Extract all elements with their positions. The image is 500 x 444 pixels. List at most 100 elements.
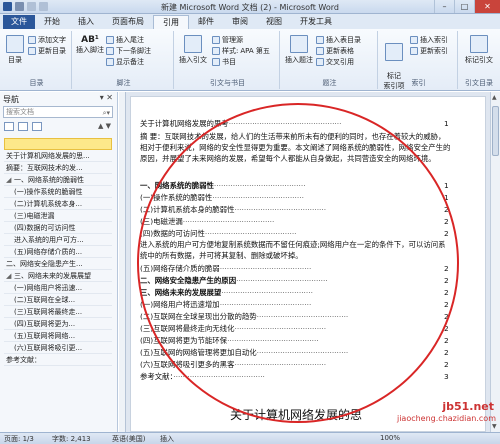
ribbon-tabs: 文件 开始 插入 页面布局 引用 邮件 审阅 视图 开发工具 bbox=[0, 14, 500, 29]
entry-paragraph[interactable]: 进入系统的用户可方便地复制系统数据而不留任何痕迹;网络用户在一定的条件下，可以访… bbox=[140, 239, 452, 261]
nav-outline-item[interactable]: ◢ 一、网络系统的脆弱性 bbox=[4, 174, 112, 186]
expand-triangle-icon[interactable]: ◢ bbox=[6, 270, 14, 281]
vertical-scrollbar[interactable]: ▲ ▼ bbox=[490, 92, 500, 432]
nav-outline-item-label: (五)互联网将网络... bbox=[14, 332, 76, 340]
insert-citation-button[interactable]: 插入引文 bbox=[178, 35, 208, 65]
nav-outline-item[interactable]: (四)数据的可访问性 bbox=[4, 222, 112, 234]
minimize-button[interactable]: – bbox=[434, 0, 454, 13]
toc-icon bbox=[6, 35, 24, 53]
nav-outline-item[interactable]: 摘要：互联网技术的发... bbox=[4, 162, 112, 174]
show-notes-button[interactable]: 显示备注 bbox=[106, 57, 144, 67]
nav-outline-item[interactable]: 进入系统的用户可方... bbox=[4, 234, 112, 246]
toc-entry[interactable]: 参考文献：···································… bbox=[140, 371, 449, 382]
word-count[interactable]: 字数: 2,413 bbox=[52, 434, 91, 444]
toc-button[interactable]: 目录 bbox=[4, 35, 26, 65]
nav-close-icon[interactable]: ▾ ✕ bbox=[100, 93, 113, 102]
close-button[interactable]: ✕ bbox=[474, 0, 500, 13]
insert-endnote-button[interactable]: 插入尾注 bbox=[106, 35, 144, 45]
tab-home[interactable]: 开始 bbox=[35, 15, 69, 29]
update-toc-button[interactable]: 更新目录 bbox=[28, 46, 66, 56]
nav-outline-item-label: 关于计算机网络发展的思... bbox=[6, 152, 90, 160]
search-icon[interactable]: ⌕▾ bbox=[103, 108, 110, 118]
results-view-icon[interactable] bbox=[32, 122, 42, 131]
toc-entry[interactable]: (二)互联网在全球呈现出分散的趋势·······················… bbox=[140, 311, 449, 322]
abstract-paragraph[interactable]: 摘 要：互联网技术的发展，给人们的生活带来前所未有的便利的同时，也存在着较大的威… bbox=[140, 131, 452, 164]
footnote-group: AB¹ 插入脚注 插入尾注 下一条脚注 显示备注 脚注 bbox=[74, 31, 174, 89]
tab-insert[interactable]: 插入 bbox=[69, 15, 103, 29]
toc-leader-dots: ······································· bbox=[219, 264, 312, 273]
tab-mailings[interactable]: 邮件 bbox=[189, 15, 223, 29]
nav-outline-item-label: (六)互联网将吸引更... bbox=[14, 344, 83, 352]
tab-page-layout[interactable]: 页面布局 bbox=[103, 15, 153, 29]
tab-developer[interactable]: 开发工具 bbox=[291, 15, 341, 29]
nav-search-input[interactable]: 搜索文档 ⌕▾ bbox=[3, 106, 113, 118]
insert-table-of-figures-button[interactable]: 插入表目录 bbox=[316, 35, 361, 45]
toa-group: 标记引文 引文目录 bbox=[460, 31, 498, 89]
insert-mode[interactable]: 插入 bbox=[160, 434, 174, 444]
toc-entry[interactable]: (五)互联网的网络管理将更加自动化·······················… bbox=[140, 347, 449, 358]
toc-entry[interactable]: (五)网络存储介质的脆弱····························… bbox=[140, 263, 449, 274]
nav-arrows[interactable]: ▲ ▼ bbox=[98, 122, 111, 130]
toc-entry[interactable]: (六)互联网将吸引更多的黑客··························… bbox=[140, 359, 449, 370]
insert-caption-button[interactable]: 插入题注 bbox=[284, 35, 314, 65]
nav-outline-item[interactable]: (四)互联网将更为... bbox=[4, 318, 112, 330]
toc-entry[interactable]: (四)互联网将更为节能环保···························… bbox=[140, 335, 449, 346]
mark-citation-button[interactable]: 标记引文 bbox=[464, 35, 494, 65]
toc-entry[interactable]: (四)数据的可访问性······························… bbox=[140, 228, 449, 239]
maximize-button[interactable]: □ bbox=[454, 0, 474, 13]
nav-outline-item[interactable]: (三)电磁泄漏 bbox=[4, 210, 112, 222]
next-footnote-button[interactable]: 下一条脚注 bbox=[106, 46, 151, 56]
toc-leader-dots: ······································· bbox=[234, 205, 327, 214]
nav-outline-item[interactable]: ◢ 三、网络未来的发展展望 bbox=[4, 270, 112, 282]
tab-view[interactable]: 视图 bbox=[257, 15, 291, 29]
nav-outline-item[interactable]: (五)网络存储介质的... bbox=[4, 246, 112, 258]
tab-file[interactable]: 文件 bbox=[3, 15, 35, 29]
expand-triangle-icon[interactable]: ◢ bbox=[6, 174, 14, 185]
update-index-button[interactable]: 更新索引 bbox=[410, 46, 448, 56]
tab-review[interactable]: 审阅 bbox=[223, 15, 257, 29]
toa-group-label: 引文目录 bbox=[465, 79, 493, 87]
insert-footnote-button[interactable]: AB¹ 插入脚注 bbox=[76, 35, 104, 55]
document-heading[interactable]: 关于计算机网络发展的思 bbox=[230, 406, 362, 423]
cross-reference-button[interactable]: 交叉引用 bbox=[316, 57, 354, 67]
nav-outline-item[interactable]: (六)互联网将吸引更... bbox=[4, 342, 112, 354]
toc-title-line[interactable]: 关于计算机网络发展的思考····························… bbox=[140, 118, 449, 129]
toc-entry-page: 2 bbox=[444, 312, 449, 321]
insert-index-button[interactable]: 插入索引 bbox=[410, 35, 448, 45]
toc-entry[interactable]: (三)互联网将最终走向无线化··························… bbox=[140, 323, 449, 334]
style-select[interactable]: 样式: APA 第五 bbox=[212, 46, 270, 56]
nav-outline-item[interactable] bbox=[4, 138, 112, 150]
nav-outline-item[interactable]: 二、网络安全隐患产生... bbox=[4, 258, 112, 270]
nav-outline-item[interactable]: (二)互联网在全球... bbox=[4, 294, 112, 306]
pages-view-icon[interactable] bbox=[18, 122, 28, 131]
toc-entry[interactable]: 三、网络未来的发展展望·····························… bbox=[140, 287, 449, 298]
add-text-button[interactable]: 添加文字 bbox=[28, 35, 66, 45]
nav-outline-item[interactable]: (三)互联网将最终走... bbox=[4, 306, 112, 318]
headings-view-icon[interactable] bbox=[4, 122, 14, 131]
nav-outline-item[interactable]: 参考文献： bbox=[4, 354, 112, 366]
scroll-up-icon[interactable]: ▲ bbox=[492, 94, 497, 101]
nav-outline-item[interactable]: (一)网络用户将迅速... bbox=[4, 282, 112, 294]
toc-entry[interactable]: (二)计算机系统本身的脆弱性··························… bbox=[140, 204, 449, 215]
add-text-icon bbox=[28, 36, 36, 44]
nav-outline-item[interactable]: 关于计算机网络发展的思... bbox=[4, 150, 112, 162]
toc-entry[interactable]: 一、网络系统的脆弱性······························… bbox=[140, 180, 449, 191]
update-table-button[interactable]: 更新表格 bbox=[316, 46, 354, 56]
scroll-down-icon[interactable]: ▼ bbox=[492, 423, 497, 430]
zoom-level[interactable]: 100% bbox=[380, 434, 400, 442]
toc-entry[interactable]: (一)操作系统的脆弱性·····························… bbox=[140, 192, 449, 203]
toc-entry[interactable]: (一)网络用户将迅速增加····························… bbox=[140, 299, 449, 310]
nav-outline-item[interactable]: (二)计算机系统本身... bbox=[4, 198, 112, 210]
scroll-thumb[interactable] bbox=[492, 106, 499, 156]
bibliography-button[interactable]: 书目 bbox=[212, 57, 236, 67]
nav-outline-item[interactable]: (五)互联网将网络... bbox=[4, 330, 112, 342]
manage-sources-button[interactable]: 管理源 bbox=[212, 35, 243, 45]
page-count[interactable]: 页面: 1/3 bbox=[4, 434, 34, 444]
nav-outline-item[interactable]: (一)操作系统的脆弱性 bbox=[4, 186, 112, 198]
table-of-figures-icon bbox=[316, 36, 324, 44]
tab-references[interactable]: 引用 bbox=[153, 15, 189, 29]
watermark-site: jb51.net bbox=[442, 400, 494, 413]
toc-entry[interactable]: 二、网络安全隐患产生的原因···························… bbox=[140, 275, 449, 286]
toc-entry[interactable]: (三)电磁泄漏·································… bbox=[140, 216, 449, 227]
language[interactable]: 英语(美国) bbox=[112, 434, 145, 444]
